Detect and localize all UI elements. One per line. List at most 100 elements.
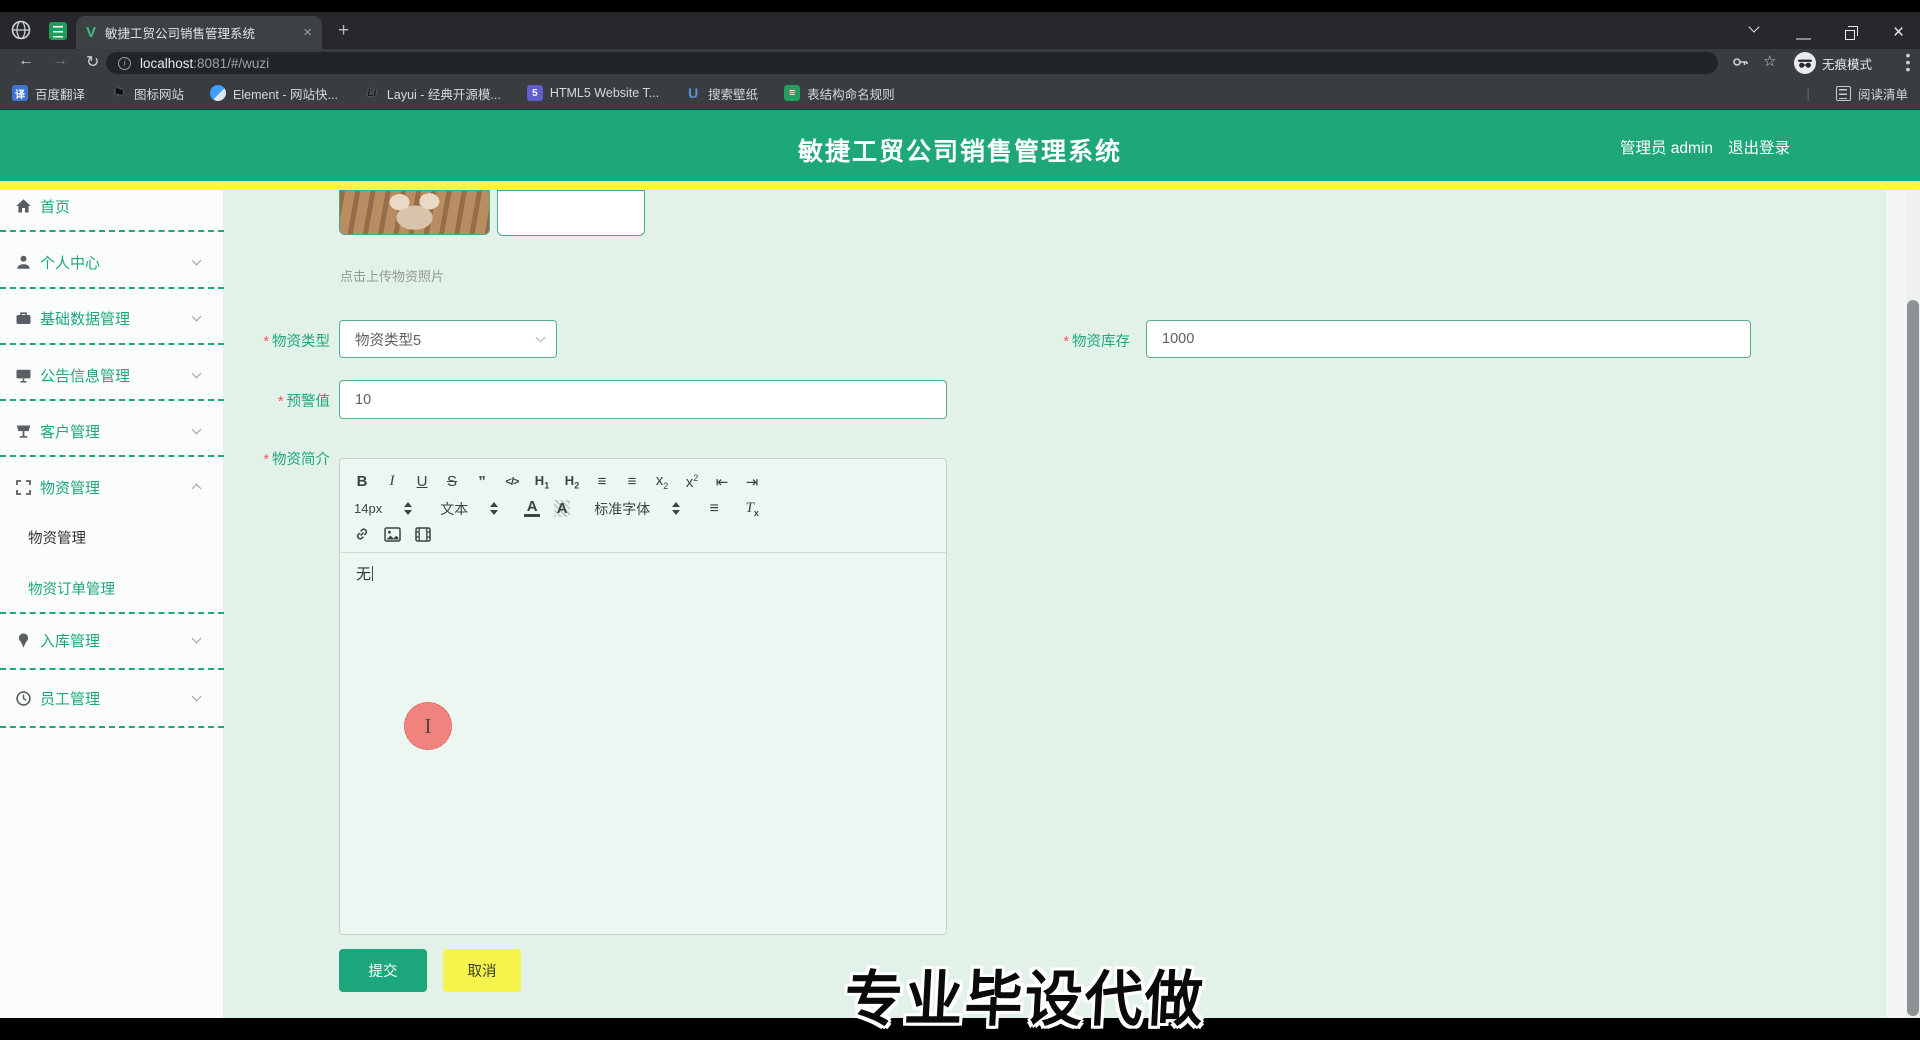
refresh-icon[interactable]: ↻ (86, 52, 99, 72)
back-icon[interactable]: ← (18, 52, 34, 70)
sidebar-item-profile[interactable]: 个人中心 (0, 247, 224, 277)
material-photo-thumbnail[interactable] (339, 190, 490, 235)
url-bar[interactable]: i localhost:8081/#/wuzi (106, 52, 1718, 74)
strikethrough-icon[interactable]: S (444, 473, 460, 490)
cancel-button[interactable]: 取消 (443, 949, 521, 992)
format-select[interactable]: 文本 (440, 499, 468, 519)
scrollbar-thumb[interactable] (1907, 300, 1919, 1016)
material-stock-input[interactable]: 1000 (1146, 320, 1751, 358)
home-icon (16, 198, 31, 212)
new-tab-button[interactable]: + (338, 20, 349, 42)
incognito-icon (1794, 52, 1816, 74)
blockquote-icon[interactable]: ” (474, 473, 490, 490)
flag-icon: ⚑ (112, 84, 126, 101)
active-tab[interactable]: V 敏捷工贸公司销售管理系统 × (76, 16, 322, 49)
upload-hint: 点击上传物资照片 (340, 269, 445, 284)
stepper-icon[interactable] (404, 502, 413, 515)
code-icon[interactable]: </> (504, 476, 520, 488)
bullet-list-icon[interactable]: ≡ (624, 473, 640, 490)
forward-icon[interactable]: → (52, 52, 68, 70)
app-header: 敏捷工贸公司销售管理系统 管理员 admin 退出登录 (0, 110, 1920, 181)
bookmark-item[interactable]: ⚑ 图标网站 (111, 84, 184, 103)
bookmark-item[interactable]: U 搜索壁纸 (685, 84, 758, 103)
close-window-button[interactable]: × (1893, 22, 1904, 44)
stepper-icon[interactable] (490, 502, 499, 515)
material-type-select[interactable]: 物资类型5 (339, 320, 557, 358)
outdent-icon[interactable]: ⇤ (714, 473, 730, 491)
divider (0, 668, 224, 670)
sidebar-item-inbound[interactable]: 入库管理 (0, 625, 224, 655)
image-icon[interactable] (384, 526, 401, 542)
sheets-pinned-tab-icon[interactable] (49, 22, 67, 40)
sidebar-item-basic-data[interactable]: 基础数据管理 (0, 303, 224, 333)
globe-icon[interactable] (10, 19, 32, 46)
bold-icon[interactable]: B (354, 473, 370, 490)
highlight-icon[interactable]: A (554, 500, 571, 517)
kiosk-icon (16, 425, 31, 438)
bookmark-item[interactable]: Element - 网站快... (210, 84, 338, 103)
superscript-icon[interactable]: x2 (684, 473, 700, 491)
bookmark-star-icon[interactable]: ☆ (1763, 52, 1776, 70)
reading-list-icon (1835, 85, 1851, 101)
underline-icon[interactable]: U (414, 473, 430, 490)
video-icon[interactable] (415, 526, 431, 542)
tab-overflow-chevron-icon[interactable] (1748, 21, 1760, 33)
submit-button[interactable]: 提交 (339, 949, 427, 992)
ibeam-cursor-icon: I (424, 713, 432, 738)
text-caret (372, 566, 374, 581)
sidebar-subitem-material-orders[interactable]: 物资订单管理 (28, 573, 115, 603)
material-intro-label: * 物资简介 (263, 452, 330, 468)
text-color-icon[interactable]: A (524, 499, 541, 517)
url-text[interactable]: localhost:8081/#/wuzi (140, 56, 269, 71)
element-icon (210, 85, 227, 101)
sidebar-item-announcements[interactable]: 公告信息管理 (0, 360, 224, 390)
minimize-button[interactable]: — (1796, 30, 1811, 47)
chevron-down-icon (191, 368, 202, 379)
sidebar-item-materials[interactable]: 物资管理 (0, 472, 224, 502)
close-tab-icon[interactable]: × (303, 24, 312, 41)
sidebar-subitem-material-mgmt[interactable]: 物资管理 (28, 522, 86, 552)
stepper-icon[interactable] (672, 502, 681, 515)
divider (0, 230, 224, 232)
upload-photo-box[interactable] (497, 190, 645, 236)
italic-icon[interactable]: I (384, 473, 400, 490)
browser-toolbar: ← → ↻ i localhost:8081/#/wuzi ☆ 无痕模式 • • • (0, 48, 1920, 77)
link-icon[interactable] (354, 526, 370, 542)
editor-content[interactable]: 无 (340, 553, 946, 594)
chevron-up-icon (191, 483, 202, 494)
restore-button[interactable] (1845, 26, 1858, 40)
align-icon[interactable]: ≡ (706, 500, 722, 518)
material-type-label: * 物资类型 (263, 334, 330, 350)
sidebar: 首页 个人中心 基础数据管理 公告信息管理 客户管理 物资管理 物资管理 物资订… (0, 190, 224, 1018)
bookmark-item[interactable]: Li Layui - 经典开源模... (364, 84, 500, 103)
font-size-select[interactable]: 14px (354, 501, 382, 516)
logout-link[interactable]: 退出登录 (1728, 136, 1790, 158)
ordered-list-icon[interactable]: ≡ (594, 473, 610, 490)
bookmark-item[interactable]: 5 HTML5 Website T... (526, 85, 659, 101)
watermark-text: 专业毕设代做 (842, 965, 1207, 1034)
warning-value-input[interactable]: 10 (339, 380, 947, 419)
user-icon (17, 255, 30, 269)
reading-list-button[interactable]: 阅读清单 (1835, 84, 1908, 103)
sidebar-item-customers[interactable]: 客户管理 (0, 416, 224, 446)
indent-icon[interactable]: ⇥ (744, 473, 760, 491)
main-content: 点击上传物资照片 * 物资类型 物资类型5 * 物资库存 1000 * 预警值 10 … (224, 190, 1886, 1018)
rich-text-editor[interactable]: B I U S ” </> H1 H2 ≡ ≡ x2 x2 ⇤ ⇥ 14px 文… (339, 458, 947, 935)
brackets-icon (16, 479, 31, 495)
clear-format-icon[interactable]: Tx (744, 499, 760, 518)
bookmark-item[interactable]: ≡ 表结构命名规则 (784, 84, 895, 103)
bookmarks-bar: 译百度翻译 ⚑ 图标网站 Element - 网站快... Li Layui - 经… (0, 77, 1920, 110)
font-family-select[interactable]: 标准字体 (594, 499, 650, 519)
bookmark-item[interactable]: 译百度翻译 (12, 84, 85, 103)
menu-dots-icon[interactable]: • • • (1903, 48, 1913, 76)
key-icon[interactable] (1732, 54, 1748, 75)
site-info-icon[interactable]: i (118, 56, 131, 70)
monitor-icon (16, 369, 31, 383)
header1-icon[interactable]: H1 (534, 473, 550, 491)
sidebar-item-home[interactable]: 首页 (0, 191, 224, 221)
clock-icon (16, 690, 31, 706)
header2-icon[interactable]: H2 (564, 473, 580, 491)
subscript-icon[interactable]: x2 (654, 472, 670, 491)
incognito-badge[interactable]: 无痕模式 (1794, 49, 1872, 77)
sidebar-item-employees[interactable]: 员工管理 (0, 683, 224, 713)
